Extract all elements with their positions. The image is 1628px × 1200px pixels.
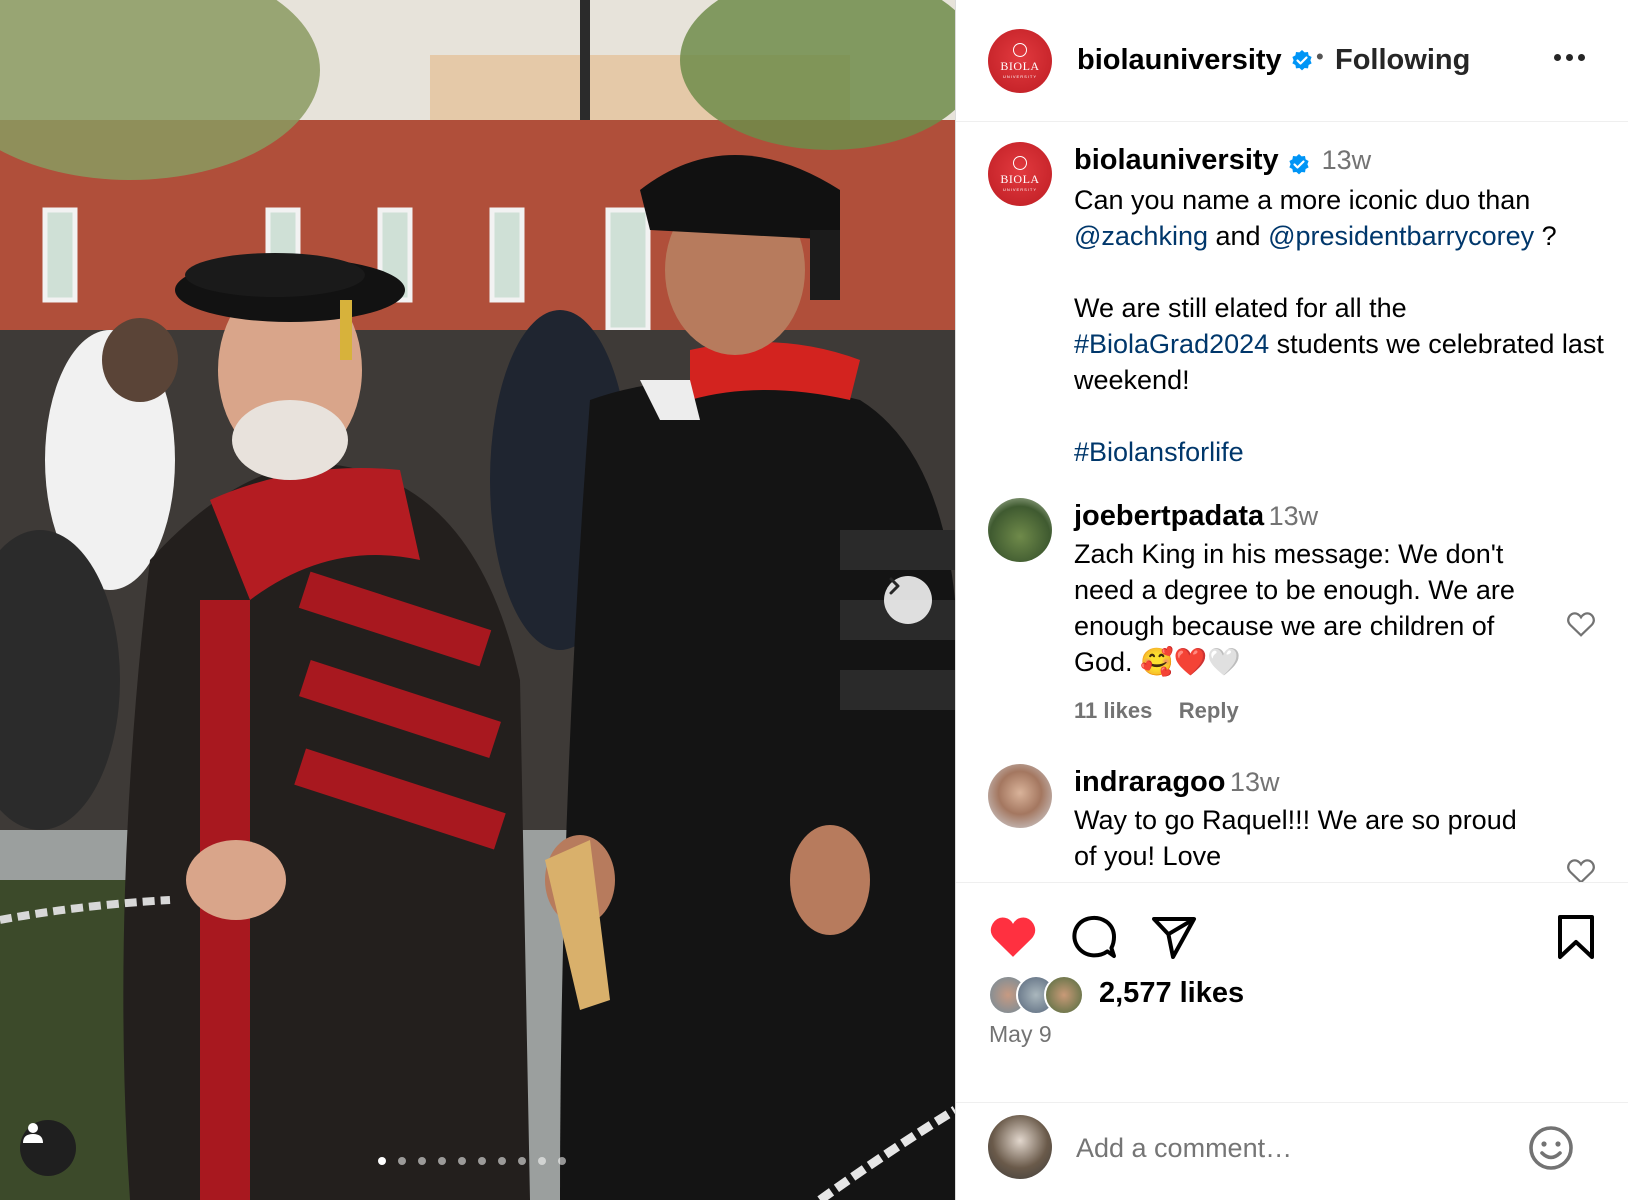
comment-text: Zach King in his message: We don't need … [1074, 539, 1515, 677]
carousel-dot [478, 1157, 486, 1165]
bookmark-icon[interactable] [1554, 913, 1598, 961]
post-photo[interactable] [0, 0, 955, 1200]
carousel-dot [438, 1157, 446, 1165]
post-details-panel: BIOLA UNIVERSITY biolauniversity • Follo… [955, 0, 1628, 1200]
avatar-logo-subtext: UNIVERSITY [1002, 187, 1037, 192]
heart-icon[interactable] [1566, 610, 1596, 638]
caption-paragraph-3: #Biolansforlife [1074, 434, 1604, 470]
verified-badge-icon [1292, 50, 1312, 71]
avatar-logo-subtext: UNIVERSITY [1002, 74, 1037, 79]
caption-timestamp[interactable]: 13w [1322, 145, 1372, 175]
username-text[interactable]: biolauniversity [1077, 44, 1282, 76]
comment-icon[interactable] [1070, 913, 1118, 961]
carousel-dot [518, 1157, 526, 1165]
post-date[interactable]: May 9 [989, 1021, 1052, 1048]
avatar-logo-text: BIOLA [1000, 59, 1040, 73]
caption-paragraph-2: We are still elated for all the #BiolaGr… [1074, 290, 1604, 398]
biola-emblem-icon [1013, 156, 1027, 170]
biola-emblem-icon [1013, 43, 1027, 57]
mention-link[interactable]: @zachking [1074, 221, 1208, 251]
comment-input[interactable] [1076, 1133, 1496, 1164]
comment-timestamp[interactable]: 13w [1230, 767, 1280, 797]
photo-illustration [0, 0, 955, 1200]
next-slide-button[interactable] [884, 576, 932, 624]
account-username[interactable]: biolauniversity [1077, 44, 1314, 77]
post-header: BIOLA UNIVERSITY biolauniversity • Follo… [956, 0, 1628, 122]
carousel-dot [538, 1157, 546, 1165]
post-actions: 2,577 likes May 9 [956, 882, 1628, 1102]
carousel-dot [418, 1157, 426, 1165]
heart-icon[interactable] [1566, 857, 1596, 882]
hashtag-link[interactable]: #Biolansforlife [1074, 437, 1244, 467]
carousel-indicator [378, 1157, 566, 1165]
commenter-avatar[interactable] [988, 498, 1052, 562]
carousel-dot [498, 1157, 506, 1165]
comment-reply-button[interactable]: Reply [1179, 698, 1239, 723]
caption-punct: ? [1541, 221, 1557, 251]
chevron-right-icon [889, 577, 900, 595]
avatar-logo-text: BIOLA [1000, 172, 1040, 186]
comment-text: Way to go Raquel!!! We are so proud of y… [1074, 805, 1517, 871]
comment-timestamp[interactable]: 13w [1269, 501, 1319, 531]
comment-item: joebertpadata 13w Zach King in his messa… [1074, 500, 1544, 724]
likes-count[interactable]: 2,577 likes [1099, 977, 1244, 1010]
account-avatar[interactable]: BIOLA UNIVERSITY [988, 29, 1052, 93]
commenter-avatar[interactable] [988, 764, 1052, 828]
emoji-icon[interactable] [1527, 1124, 1575, 1172]
caption-avatar[interactable]: BIOLA UNIVERSITY [988, 142, 1052, 206]
comment-item: indraragoo 13w Way to go Raquel!!! We ar… [1074, 766, 1544, 874]
caption-username[interactable]: biolauniversity [1074, 144, 1279, 176]
liker-avatar[interactable] [1044, 975, 1084, 1015]
add-comment-bar [956, 1102, 1628, 1200]
comment-username[interactable]: joebertpadata [1074, 500, 1264, 532]
comment-likes-count[interactable]: 11 likes [1074, 698, 1152, 723]
share-icon[interactable] [1150, 913, 1198, 961]
header-separator: • [1316, 44, 1324, 69]
caption-joiner: and [1215, 221, 1261, 251]
carousel-dot [558, 1157, 566, 1165]
caption-text: Can you name a more iconic duo than @zac… [1074, 182, 1604, 254]
comments-section[interactable]: BIOLA UNIVERSITY biolauniversity 13w Can… [956, 122, 1628, 882]
caption: biolauniversity 13w Can you name a more … [1074, 144, 1604, 470]
post-modal: BIOLA UNIVERSITY biolauniversity • Follo… [0, 0, 1628, 1200]
more-options-icon[interactable] [1554, 54, 1585, 61]
current-user-avatar[interactable] [988, 1115, 1052, 1179]
mention-link[interactable]: @presidentbarrycorey [1268, 221, 1534, 251]
user-tag-icon [23, 1123, 43, 1143]
following-button[interactable]: Following [1335, 44, 1470, 77]
heart-icon[interactable] [988, 913, 1038, 959]
hashtag-link[interactable]: #BiolaGrad2024 [1074, 329, 1269, 359]
carousel-dot [458, 1157, 466, 1165]
caption-para2-start: We are still elated for all the [1074, 293, 1407, 323]
carousel-dot [378, 1157, 386, 1165]
comment-username[interactable]: indraragoo [1074, 766, 1225, 798]
caption-line1: Can you name a more iconic duo than [1074, 185, 1531, 215]
carousel-dot [398, 1157, 406, 1165]
tagged-users-button[interactable] [20, 1120, 76, 1176]
verified-badge-icon [1289, 153, 1309, 175]
